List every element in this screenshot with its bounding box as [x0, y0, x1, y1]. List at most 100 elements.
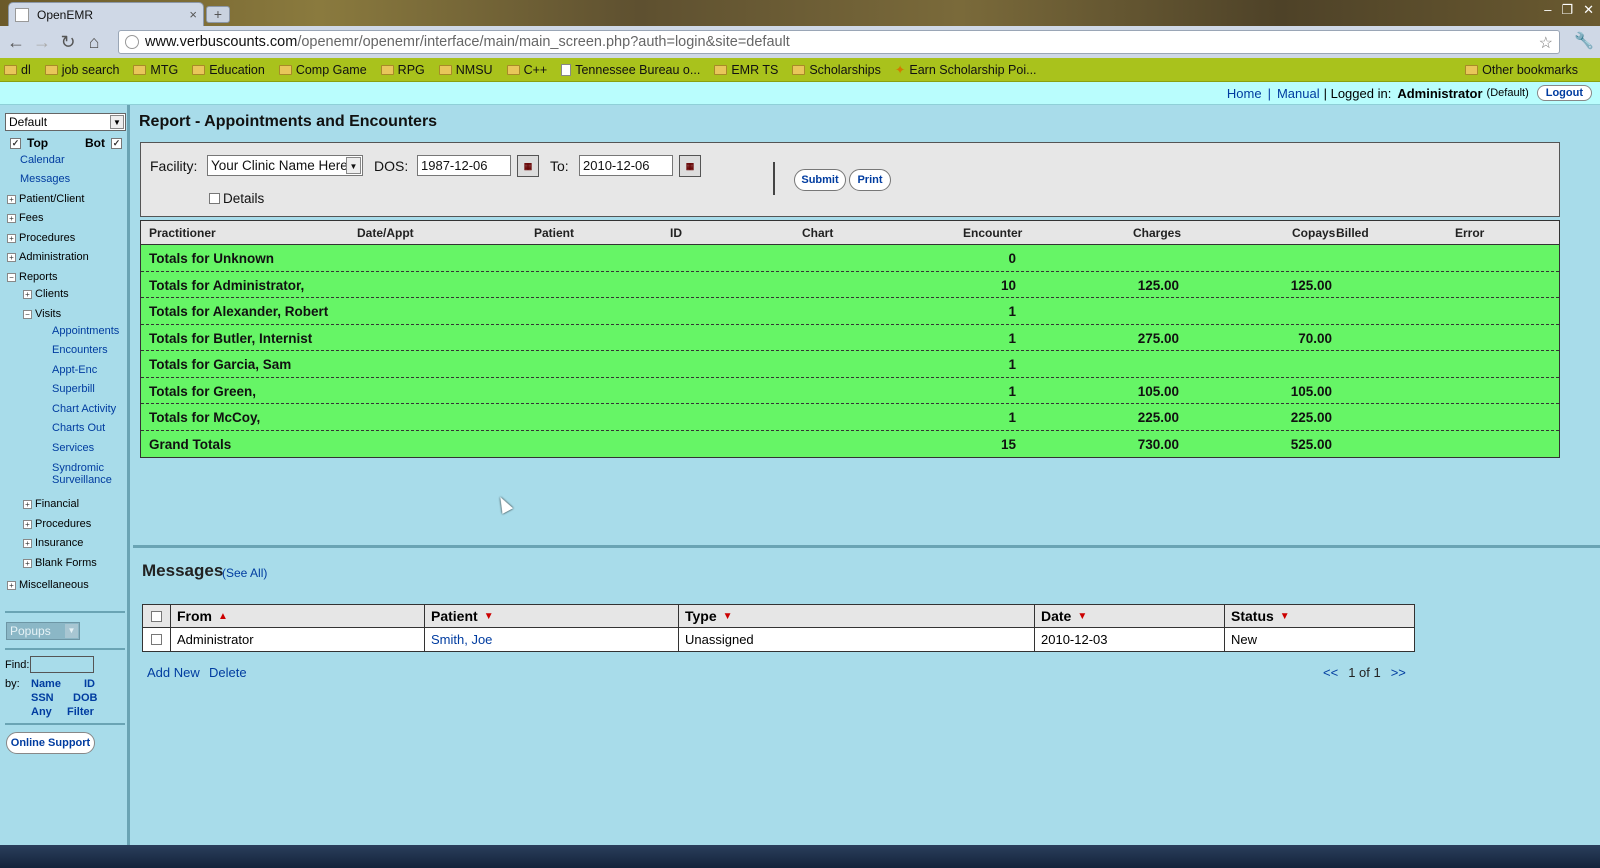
tab-close-icon[interactable]: × [189, 7, 197, 22]
nav-chart-activity[interactable]: Chart Activity [52, 403, 116, 415]
nav-fees[interactable]: + Fees [7, 212, 43, 224]
bookmark-item[interactable]: C++ [506, 63, 547, 77]
nav-charts-out[interactable]: Charts Out [52, 422, 105, 434]
browser-tab[interactable]: OpenEMR × [8, 2, 204, 26]
find-by-dob[interactable]: DOB [73, 692, 97, 704]
bookmark-item[interactable]: Education [192, 63, 265, 77]
details-checkbox-group[interactable]: Details [209, 191, 264, 206]
dos-from-input[interactable]: 1987-12-06 [417, 155, 511, 176]
col-encounter[interactable]: Encounter [963, 226, 1022, 240]
col-charges[interactable]: Charges [1133, 226, 1181, 240]
maximize-icon[interactable]: ❐ [1561, 2, 1573, 18]
col-date-appt[interactable]: Date/Appt [357, 226, 414, 240]
row-checkbox[interactable] [151, 634, 162, 645]
bookmark-item[interactable]: MTG [133, 63, 178, 77]
nav-blank-forms[interactable]: + Blank Forms [23, 557, 97, 569]
nav-administration[interactable]: + Administration [7, 251, 89, 263]
back-icon[interactable]: ← [4, 30, 28, 54]
facility-select[interactable]: Your Clinic Name Here ▼ [207, 155, 363, 176]
nav-visits[interactable]: − Visits [23, 308, 61, 320]
details-checkbox[interactable] [209, 193, 220, 204]
bookmark-item[interactable]: EMR TS [714, 63, 778, 77]
other-bookmarks[interactable]: Other bookmarks [1465, 58, 1578, 82]
bookmark-item[interactable]: Comp Game [278, 63, 367, 77]
col-copays[interactable]: Copays [1292, 226, 1335, 240]
bookmark-item[interactable]: ✦ Earn Scholarship Poi... [895, 62, 1037, 78]
col-patient[interactable]: Patient [534, 226, 574, 240]
col-chart[interactable]: Chart [802, 226, 833, 240]
col-patient[interactable]: Patient ▼ [425, 605, 679, 627]
col-from[interactable]: From ▲ [171, 605, 425, 627]
minimize-icon[interactable]: – [1544, 2, 1551, 18]
bookmark-item[interactable]: dl [4, 63, 31, 77]
wrench-icon[interactable]: 🔧 [1574, 31, 1594, 51]
popups-select[interactable]: Popups ▼ [6, 622, 80, 640]
find-by-ssn[interactable]: SSN [31, 692, 54, 704]
bookmark-item[interactable]: NMSU [438, 63, 493, 77]
nav-procedures[interactable]: + Procedures [7, 232, 75, 244]
pager-next[interactable]: >> [1391, 665, 1406, 680]
cell-charges: 105.00 [1137, 383, 1179, 399]
nav-superbill[interactable]: Superbill [52, 383, 95, 395]
pager-prev[interactable]: << [1323, 665, 1338, 680]
select-all-checkbox[interactable] [151, 610, 162, 622]
col-practitioner[interactable]: Practitioner [149, 226, 216, 240]
top-checkbox[interactable]: ✓ [10, 137, 21, 149]
forward-icon[interactable]: → [30, 30, 54, 54]
col-error[interactable]: Error [1455, 226, 1484, 240]
calendar-icon[interactable]: ▦ [679, 155, 701, 177]
submit-button[interactable]: Submit [794, 169, 846, 191]
new-tab-button[interactable]: + [206, 6, 230, 23]
cell-charges: 730.00 [1137, 436, 1179, 452]
print-button[interactable]: Print [849, 169, 891, 191]
bookmark-star-icon[interactable]: ☆ [1539, 33, 1553, 53]
find-by-any[interactable]: Any [31, 706, 52, 718]
home-link[interactable]: Home [1227, 86, 1262, 101]
see-all-link[interactable]: (See All) [222, 566, 267, 580]
col-billed[interactable]: Billed [1336, 226, 1369, 240]
nav-clients[interactable]: + Clients [23, 288, 69, 300]
find-by-name[interactable]: Name [31, 678, 61, 690]
home-icon[interactable]: ⌂ [82, 30, 106, 54]
col-id[interactable]: ID [670, 226, 682, 240]
cell-patient-link[interactable]: Smith, Joe [425, 628, 679, 651]
nav-calendar[interactable]: Calendar [20, 154, 65, 166]
find-input[interactable] [30, 656, 94, 673]
reload-icon[interactable]: ↻ [56, 30, 80, 54]
bookmark-item[interactable]: Tennessee Bureau o... [561, 63, 700, 77]
find-by-filter[interactable]: Filter [67, 706, 94, 718]
address-bar[interactable]: www.verbuscounts.com/openemr/openemr/int… [118, 30, 1560, 54]
bookmark-item[interactable]: RPG [380, 63, 425, 77]
nav-insurance[interactable]: + Insurance [23, 537, 83, 549]
nav-services[interactable]: Services [52, 442, 94, 454]
col-date[interactable]: Date ▼ [1035, 605, 1225, 627]
folder-icon [438, 64, 452, 75]
table-row[interactable]: Administrator Smith, Joe Unassigned 2010… [143, 628, 1414, 651]
close-window-icon[interactable]: ✕ [1583, 2, 1594, 18]
online-support-button[interactable]: Online Support [6, 732, 95, 754]
nav-encounters[interactable]: Encounters [52, 344, 108, 356]
nav-syndromic-surveillance[interactable]: Syndromic Surveillance [52, 462, 112, 486]
col-type[interactable]: Type ▼ [679, 605, 1035, 627]
add-new-link[interactable]: Add New [147, 665, 200, 680]
layout-select[interactable]: Default ▼ [5, 113, 126, 131]
logout-button[interactable]: Logout [1536, 85, 1592, 101]
nav-appt-enc[interactable]: Appt-Enc [52, 364, 97, 376]
nav-procedures-reports[interactable]: + Procedures [23, 518, 91, 530]
bot-checkbox[interactable]: ✓ [111, 137, 122, 149]
nav-reports[interactable]: − Reports [7, 271, 58, 283]
nav-appointments[interactable]: Appointments [52, 325, 119, 337]
manual-link[interactable]: Manual [1277, 86, 1320, 101]
nav-miscellaneous[interactable]: + Miscellaneous [7, 579, 89, 591]
delete-link[interactable]: Delete [209, 665, 247, 680]
nav-messages[interactable]: Messages [20, 173, 70, 185]
bookmark-item[interactable]: Scholarships [792, 63, 881, 77]
dos-to-input[interactable]: 2010-12-06 [579, 155, 673, 176]
cell-type: Unassigned [679, 628, 1035, 651]
calendar-icon[interactable]: ▦ [517, 155, 539, 177]
bookmark-item[interactable]: job search [44, 63, 119, 77]
find-by-id[interactable]: ID [84, 678, 95, 690]
col-status[interactable]: Status ▼ [1225, 605, 1414, 627]
nav-patient-client[interactable]: + Patient/Client [7, 193, 84, 205]
nav-financial[interactable]: + Financial [23, 498, 79, 510]
